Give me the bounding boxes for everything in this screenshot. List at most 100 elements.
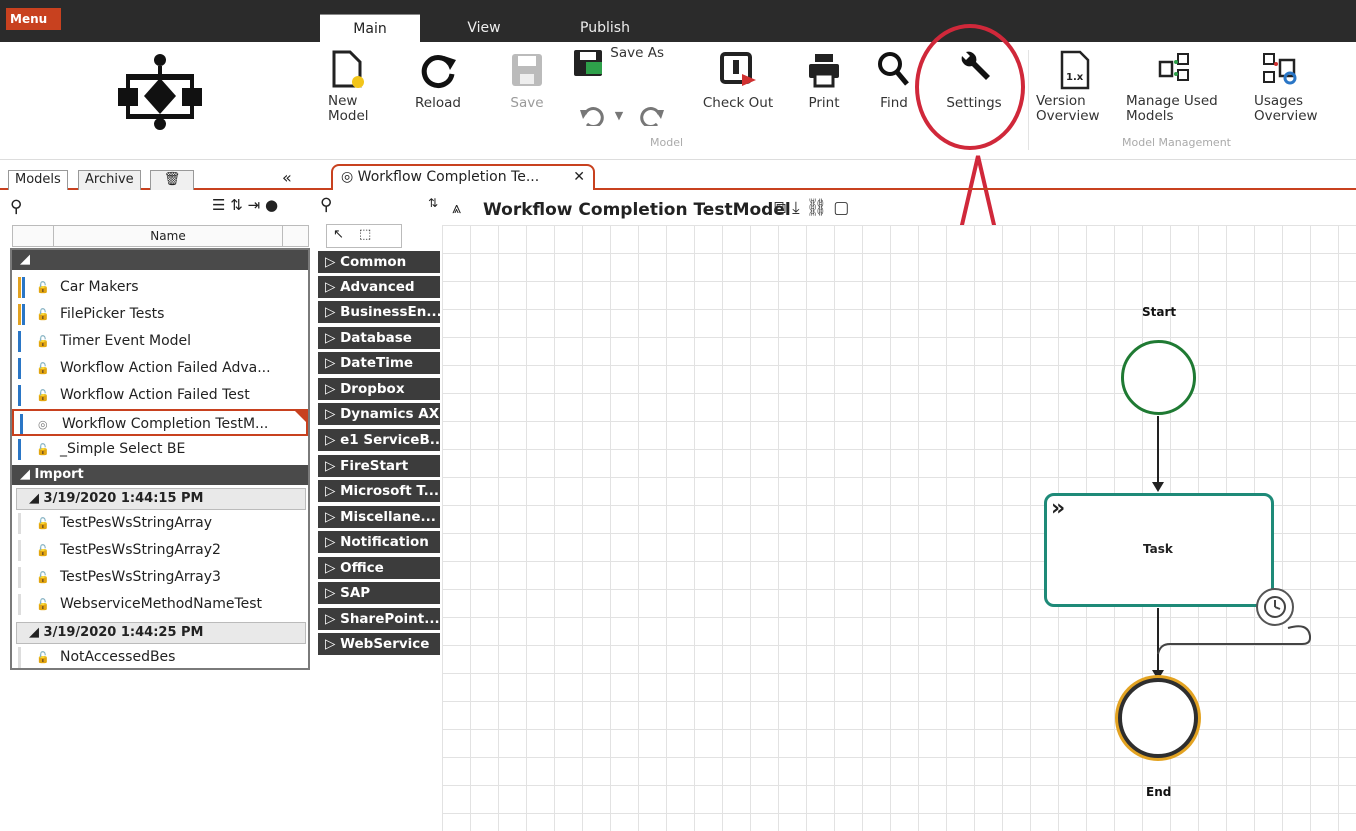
clock-icon — [1264, 596, 1286, 618]
tab-view[interactable]: View — [445, 14, 523, 42]
list-item[interactable]: 🔓 TestPesWsStringArray — [12, 510, 308, 537]
list-item[interactable]: 🔓 Timer Event Model — [12, 328, 308, 355]
tab-archive[interactable]: Archive — [78, 170, 141, 190]
check-out-button[interactable]: Check Out — [697, 50, 779, 111]
list-item[interactable]: 🔓 WebserviceMethodNameTest — [12, 591, 308, 618]
list-item[interactable]: 🔓 _Simple Select BE — [12, 436, 308, 463]
list-item[interactable]: 🔓 NotAccessedBes — [12, 644, 308, 671]
app-logo-icon — [118, 54, 202, 130]
toolbox-search-icon[interactable]: ⚲ — [320, 195, 332, 215]
list-item[interactable]: 🔓 Car Makers — [12, 274, 308, 301]
magnifier-icon — [878, 52, 909, 86]
save-as-button[interactable]: Save As — [572, 46, 672, 78]
manage-used-models-button[interactable]: Manage Used Models — [1126, 50, 1230, 124]
model-name: Workflow Action Failed Test — [60, 387, 250, 403]
find-button[interactable]: Find — [874, 50, 914, 111]
version-badge: 1.x — [1066, 72, 1084, 83]
tab-publish[interactable]: Publish — [555, 14, 655, 42]
left-panel-tabbar: Models Archive 🗑 « — [0, 162, 313, 190]
lock-icon: 🔓 — [36, 598, 50, 611]
toolbox-category[interactable]: ▷ Advanced — [318, 276, 440, 298]
lasso-tool-icon[interactable]: ⬚ — [359, 227, 371, 242]
lock-icon: 🔓 — [36, 308, 50, 321]
timer-event[interactable] — [1256, 588, 1294, 626]
tab-main[interactable]: Main — [320, 14, 420, 42]
models-list: ◢ 🔓 Car Makers 🔓 FilePicker Tests 🔓 Time… — [10, 248, 310, 670]
toolbox-category[interactable]: ▷ Miscellane... — [318, 506, 440, 528]
comment-icon[interactable]: ▢ — [833, 198, 855, 218]
end-event[interactable] — [1118, 678, 1198, 758]
model-name: Workflow Completion TestM... — [62, 416, 269, 432]
status-bar — [18, 385, 21, 406]
version-overview-label: Version Overview — [1036, 93, 1100, 124]
document-tab[interactable]: ◎ Workflow Completion Te... ✕ — [331, 164, 595, 190]
status-bar — [22, 304, 25, 325]
close-icon[interactable]: ✕ — [573, 166, 585, 189]
import-set-header[interactable]: ◢ 3/19/2020 1:44:25 PM — [16, 622, 306, 644]
name-column-header[interactable]: Name — [12, 225, 309, 247]
models-group-header[interactable]: ◢ — [12, 250, 308, 270]
list-item[interactable]: 🔓 Workflow Action Failed Adva... — [12, 355, 308, 382]
toolbox-category[interactable]: ▷ Notification — [318, 531, 440, 553]
toolbox-mode-switch: ↖ ⬚ — [326, 224, 402, 248]
play-icon[interactable]: ● — [265, 196, 278, 214]
toolbox-sort-icon[interactable]: ⇅ — [428, 196, 438, 210]
redo-button[interactable] — [638, 104, 666, 130]
lock-icon: 🔓 — [36, 362, 50, 375]
toolbox-category[interactable]: ▷ BusinessEn... — [318, 301, 440, 323]
undo-button[interactable] — [578, 104, 606, 130]
import-group-header[interactable]: ◢ Import — [12, 465, 308, 485]
toolbox-category[interactable]: ▷ Dropbox — [318, 378, 440, 400]
export-icon[interactable]: ⇥ — [248, 196, 261, 214]
list-item[interactable]: 🔓 FilePicker Tests — [12, 301, 308, 328]
trash-icon: 🗑 — [163, 172, 181, 187]
import-set-header[interactable]: ◢ 3/19/2020 1:44:15 PM — [16, 488, 306, 510]
link-icon[interactable]: ⛓ — [806, 198, 834, 218]
toolbox-category[interactable]: ▷ e1 ServiceB... — [318, 429, 440, 451]
start-event[interactable] — [1121, 340, 1196, 415]
usages-overview-button[interactable]: Usages Overview — [1254, 50, 1334, 124]
panel-toolbar: ☰ ⇅ ⇥ ● — [212, 196, 278, 214]
model-name: _Simple Select BE — [60, 441, 186, 457]
list-item[interactable]: 🔓 TestPesWsStringArray3 — [12, 564, 308, 591]
toolbox-category[interactable]: ▷ DateTime — [318, 352, 440, 374]
menu-button[interactable]: Menu — [6, 8, 61, 30]
toolbox-category[interactable]: ▷ Office — [318, 557, 440, 579]
print-button[interactable]: Print — [802, 50, 846, 111]
collapse-up-icon[interactable]: ⩓ — [452, 198, 461, 218]
undo-dropdown-icon[interactable]: ▼ — [612, 108, 626, 123]
toolbox-category[interactable]: ▷ Microsoft T... — [318, 480, 440, 502]
save-button[interactable]: Save — [505, 50, 549, 111]
category-label: Notification — [340, 534, 429, 550]
list-item[interactable]: 🔓 Workflow Action Failed Test — [12, 382, 308, 409]
toolbox-category[interactable]: ▷ SharePoint... — [318, 608, 440, 630]
tab-models[interactable]: Models — [8, 170, 68, 190]
task-node[interactable]: » Task — [1044, 493, 1274, 607]
search-icon[interactable]: ⚲ — [10, 197, 22, 217]
category-label: Miscellane... — [340, 509, 436, 525]
reload-button[interactable]: Reload — [408, 50, 468, 111]
list-item-selected[interactable]: ◎ Workflow Completion TestM... — [12, 409, 308, 436]
new-model-button[interactable]: New Model — [328, 50, 378, 124]
toolbox-category[interactable]: ▷ Database — [318, 327, 440, 349]
edit-icon[interactable]: ⧉ — [774, 198, 792, 218]
model-name: WebserviceMethodNameTest — [60, 596, 263, 612]
pointer-tool-icon[interactable]: ↖ — [333, 227, 344, 242]
filter-icon[interactable]: ☰ — [212, 196, 225, 214]
task-marker-icon: » — [1051, 496, 1066, 521]
list-item[interactable]: 🔓 TestPesWsStringArray2 — [12, 537, 308, 564]
collapse-panel-icon[interactable]: « — [282, 168, 292, 187]
version-overview-button[interactable]: 1.x Version Overview — [1036, 50, 1108, 124]
document-tabbar: ◎ Workflow Completion Te... ✕ — [313, 162, 1356, 190]
toolbox-category[interactable]: ▷ Common — [318, 251, 440, 273]
model-name: TestPesWsStringArray — [60, 515, 213, 531]
toolbox-category[interactable]: ▷ WebService — [318, 633, 440, 655]
status-bar — [18, 567, 21, 588]
lock-icon: 🔓 — [36, 335, 50, 348]
download-icon[interactable]: ⤓ — [792, 198, 806, 218]
sort-icon[interactable]: ⇅ — [230, 196, 243, 214]
tab-recycle-bin[interactable]: 🗑 — [150, 170, 194, 190]
toolbox-category[interactable]: ▷ SAP — [318, 582, 440, 604]
toolbox-category[interactable]: ▷ FireStart — [318, 455, 440, 477]
toolbox-category[interactable]: ▷ Dynamics AX — [318, 403, 440, 425]
